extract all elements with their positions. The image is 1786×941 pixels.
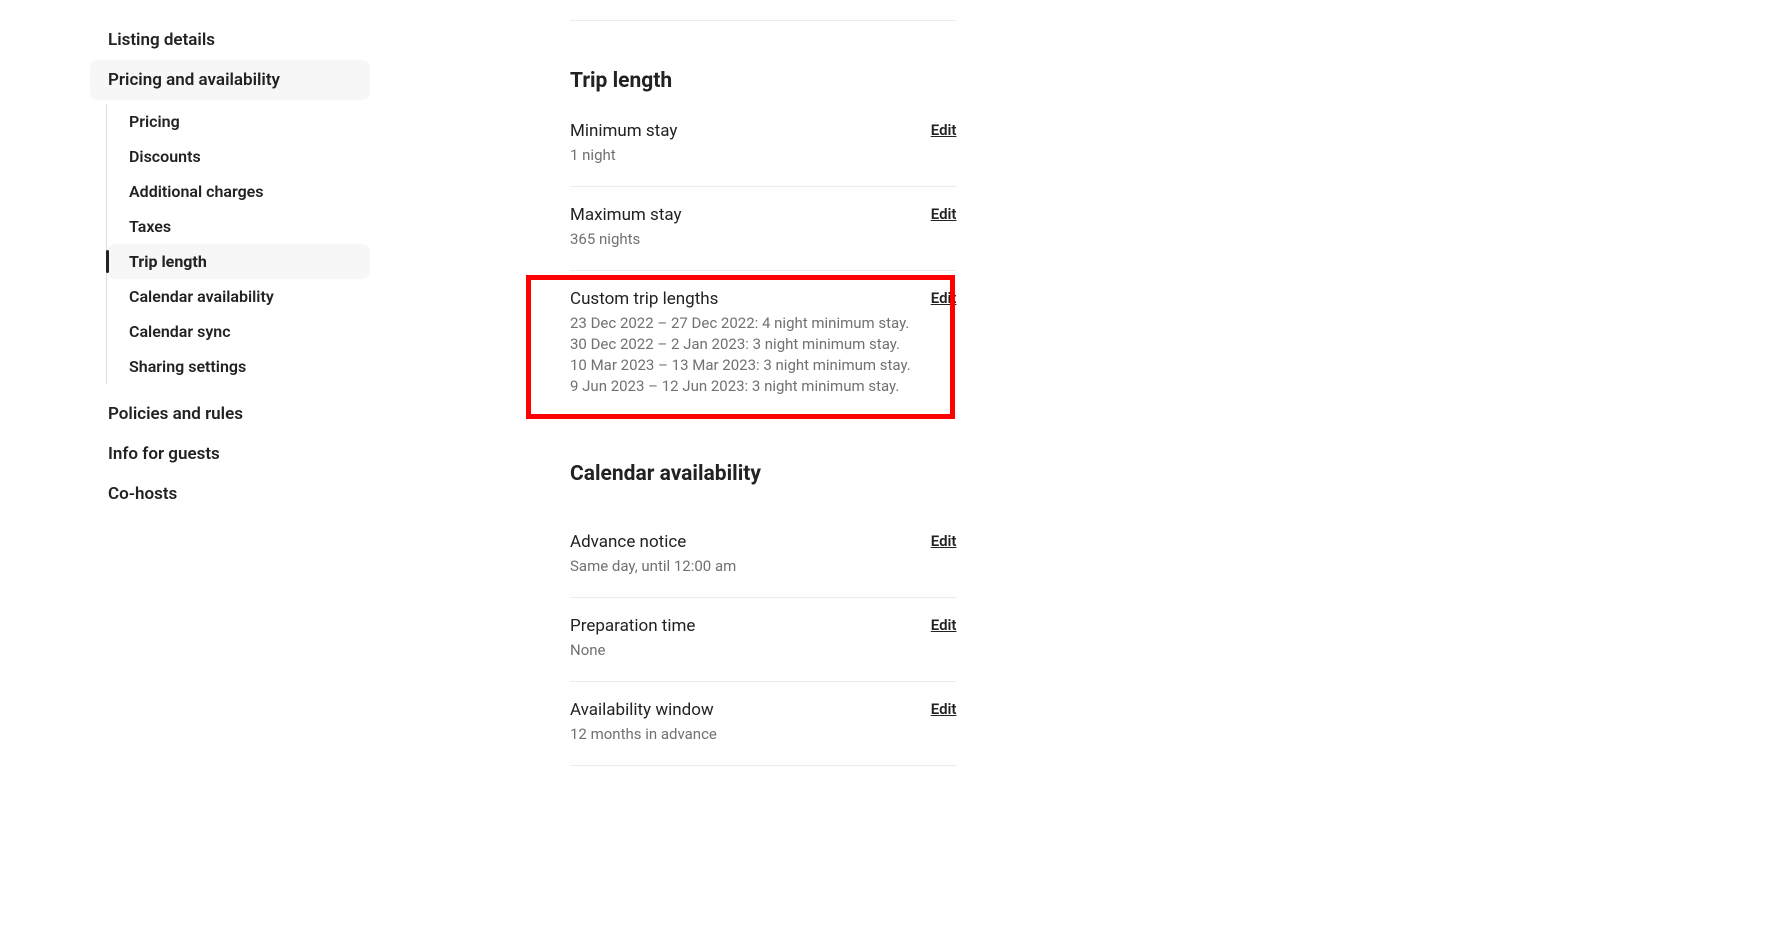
edit-availability-window[interactable]: Edit	[931, 700, 957, 718]
divider	[570, 20, 956, 21]
row-availability-window: Availability window 12 months in advance…	[570, 682, 956, 766]
value-availability-window: 12 months in advance	[570, 724, 911, 745]
row-maximum-stay: Maximum stay 365 nights Edit	[570, 187, 956, 271]
label-preparation-time: Preparation time	[570, 616, 911, 636]
subnav-item-taxes[interactable]: Taxes	[107, 209, 370, 244]
value-minimum-stay: 1 night	[570, 145, 911, 166]
sidebar-item-info-for-guests[interactable]: Info for guests	[90, 434, 370, 474]
subnav-item-calendar-availability[interactable]: Calendar availability	[107, 279, 370, 314]
row-advance-notice: Advance notice Same day, until 12:00 am …	[570, 514, 956, 598]
subnav-item-trip-length[interactable]: Trip length	[107, 244, 370, 279]
edit-minimum-stay[interactable]: Edit	[931, 121, 957, 139]
label-advance-notice: Advance notice	[570, 532, 911, 552]
value-custom-trip-lengths-1: 30 Dec 2022 – 2 Jan 2023: 3 night minimu…	[570, 334, 911, 355]
label-minimum-stay: Minimum stay	[570, 121, 911, 141]
sidebar-subnav: Pricing Discounts Additional charges Tax…	[106, 104, 370, 384]
subnav-item-calendar-sync[interactable]: Calendar sync	[107, 314, 370, 349]
section-title-trip-length: Trip length	[570, 69, 956, 93]
edit-custom-trip-lengths[interactable]: Edit	[931, 289, 957, 307]
value-custom-trip-lengths-0: 23 Dec 2022 – 27 Dec 2022: 4 night minim…	[570, 313, 911, 334]
main-content: Trip length Minimum stay 1 night Edit Ma…	[570, 20, 956, 766]
label-maximum-stay: Maximum stay	[570, 205, 911, 225]
value-advance-notice: Same day, until 12:00 am	[570, 556, 911, 577]
value-preparation-time: None	[570, 640, 911, 661]
value-maximum-stay: 365 nights	[570, 229, 911, 250]
sidebar-nav: Listing details Pricing and availability…	[90, 20, 370, 766]
subnav-item-discounts[interactable]: Discounts	[107, 139, 370, 174]
subnav-item-sharing-settings[interactable]: Sharing settings	[107, 349, 370, 384]
sidebar-item-co-hosts[interactable]: Co-hosts	[90, 474, 370, 514]
sidebar-item-pricing-availability[interactable]: Pricing and availability	[90, 60, 370, 100]
row-custom-trip-lengths: Custom trip lengths 23 Dec 2022 – 27 Dec…	[570, 271, 956, 418]
section-title-calendar-availability: Calendar availability	[570, 462, 956, 486]
edit-maximum-stay[interactable]: Edit	[931, 205, 957, 223]
row-preparation-time: Preparation time None Edit	[570, 598, 956, 682]
edit-preparation-time[interactable]: Edit	[931, 616, 957, 634]
value-custom-trip-lengths-2: 10 Mar 2023 – 13 Mar 2023: 3 night minim…	[570, 355, 911, 376]
subnav-item-additional-charges[interactable]: Additional charges	[107, 174, 370, 209]
label-availability-window: Availability window	[570, 700, 911, 720]
value-custom-trip-lengths-3: 9 Jun 2023 – 12 Jun 2023: 3 night minimu…	[570, 376, 911, 397]
sidebar-item-listing-details[interactable]: Listing details	[90, 20, 370, 60]
subnav-item-pricing[interactable]: Pricing	[107, 104, 370, 139]
edit-advance-notice[interactable]: Edit	[931, 532, 957, 550]
label-custom-trip-lengths: Custom trip lengths	[570, 289, 911, 309]
row-minimum-stay: Minimum stay 1 night Edit	[570, 121, 956, 187]
sidebar-item-policies-rules[interactable]: Policies and rules	[90, 394, 370, 434]
